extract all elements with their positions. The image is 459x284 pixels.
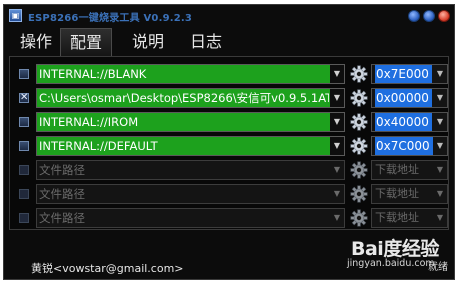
file-path-value: INTERNAL://BLANK xyxy=(39,67,147,81)
address-value: 0x40000 xyxy=(375,113,432,131)
file-path-placeholder: 文件路径 xyxy=(39,163,85,177)
chevron-down-icon[interactable]: ▼ xyxy=(433,161,447,179)
address-placeholder: 下载地址 xyxy=(375,187,419,200)
file-path-select[interactable]: 文件路径 ▼ xyxy=(36,184,345,204)
row-checkbox[interactable] xyxy=(19,141,29,151)
gear-icon[interactable] xyxy=(349,112,368,132)
tab-config[interactable]: 配置 xyxy=(60,28,112,56)
row-checkbox[interactable] xyxy=(19,165,29,175)
gear-icon[interactable] xyxy=(349,184,368,204)
gear-icon[interactable] xyxy=(349,208,368,228)
chevron-down-icon[interactable]: ▼ xyxy=(433,89,447,107)
file-path-select[interactable]: INTERNAL://DEFAULT ▼ xyxy=(36,136,345,156)
address-value: 0x00000 xyxy=(375,89,432,107)
file-path-value: INTERNAL://IROM xyxy=(39,115,139,129)
check-mark-icon: ✕ xyxy=(20,92,29,103)
chevron-down-icon[interactable]: ▼ xyxy=(330,89,344,107)
watermark-logo: Bai度经验 xyxy=(351,238,439,260)
author-status: 黄锐<vowstar@gmail.com> xyxy=(31,262,184,275)
address-select[interactable]: 下载地址 ▼ xyxy=(371,184,448,204)
address-select[interactable]: 0x7E000 ▼ xyxy=(371,64,448,84)
minimize-icon[interactable] xyxy=(408,10,420,22)
app-icon: ▣ xyxy=(9,9,22,22)
tab-log[interactable]: 日志 xyxy=(186,28,226,56)
tab-operate[interactable]: 操作 xyxy=(16,28,56,56)
title-bar: ▣ ESP8266一键烧录工具 V0.9.2.3 xyxy=(4,5,454,27)
gear-icon[interactable] xyxy=(349,64,368,84)
chevron-down-icon[interactable]: ▼ xyxy=(330,161,344,179)
file-path-value: C:\Users\osmar\Desktop\ESP8266\安信可v0.9.5… xyxy=(39,91,329,105)
address-select[interactable]: 0x00000 ▼ xyxy=(371,88,448,108)
chevron-down-icon[interactable]: ▼ xyxy=(330,185,344,203)
chevron-down-icon[interactable]: ▼ xyxy=(433,209,447,227)
firmware-row: INTERNAL://BLANK ▼ 0x7E000 ▼ xyxy=(10,64,448,84)
firmware-row: 文件路径 ▼ 下载地址 ▼ xyxy=(10,208,448,228)
firmware-row: 文件路径 ▼ 下载地址 ▼ xyxy=(10,184,448,204)
window-title: ESP8266一键烧录工具 V0.9.2.3 xyxy=(28,13,193,24)
address-select[interactable]: 0x7C000 ▼ xyxy=(371,136,448,156)
firmware-row: INTERNAL://DEFAULT ▼ 0x7C000 ▼ xyxy=(10,136,448,156)
firmware-row: INTERNAL://IROM ▼ 0x40000 ▼ xyxy=(10,112,448,132)
address-value: 0x7E000 xyxy=(375,65,432,83)
chevron-down-icon[interactable]: ▼ xyxy=(330,113,344,131)
firmware-row: ✕ C:\Users\osmar\Desktop\ESP8266\安信可v0.9… xyxy=(10,88,448,108)
file-path-placeholder: 文件路径 xyxy=(39,187,85,201)
firmware-row: 文件路径 ▼ 下载地址 ▼ xyxy=(10,160,448,180)
address-placeholder: 下载地址 xyxy=(375,163,419,176)
chevron-down-icon[interactable]: ▼ xyxy=(433,65,447,83)
ready-status: 就绪 xyxy=(428,262,448,273)
row-checkbox[interactable] xyxy=(19,117,29,127)
chevron-down-icon[interactable]: ▼ xyxy=(330,137,344,155)
file-path-placeholder: 文件路径 xyxy=(39,211,85,225)
file-path-select[interactable]: C:\Users\osmar\Desktop\ESP8266\安信可v0.9.5… xyxy=(36,88,345,108)
row-checkbox[interactable]: ✕ xyxy=(19,92,29,103)
file-path-select[interactable]: 文件路径 ▼ xyxy=(36,160,345,180)
address-placeholder: 下载地址 xyxy=(375,211,419,224)
file-path-select[interactable]: 文件路径 ▼ xyxy=(36,208,345,228)
address-value: 0x7C000 xyxy=(375,137,433,155)
address-select[interactable]: 下载地址 ▼ xyxy=(371,208,448,228)
chevron-down-icon[interactable]: ▼ xyxy=(330,209,344,227)
chevron-down-icon[interactable]: ▼ xyxy=(433,185,447,203)
gear-icon[interactable] xyxy=(349,88,368,108)
tab-help[interactable]: 说明 xyxy=(128,28,168,56)
row-checkbox[interactable] xyxy=(19,213,29,223)
chevron-down-icon[interactable]: ▼ xyxy=(433,113,447,131)
gear-icon[interactable] xyxy=(349,160,368,180)
row-checkbox[interactable] xyxy=(19,189,29,199)
gear-icon[interactable] xyxy=(349,136,368,156)
file-path-value: INTERNAL://DEFAULT xyxy=(39,139,158,153)
chevron-down-icon[interactable]: ▼ xyxy=(330,65,344,83)
file-path-select[interactable]: INTERNAL://BLANK ▼ xyxy=(36,64,345,84)
close-icon[interactable] xyxy=(438,10,450,22)
file-path-select[interactable]: INTERNAL://IROM ▼ xyxy=(36,112,345,132)
watermark-url: jingyan.baidu.com xyxy=(347,258,435,269)
config-panel: INTERNAL://BLANK ▼ 0x7E000 ▼ ✕ C:\Users\… xyxy=(9,56,449,230)
row-checkbox[interactable] xyxy=(19,69,29,79)
address-select[interactable]: 0x40000 ▼ xyxy=(371,112,448,132)
address-select[interactable]: 下载地址 ▼ xyxy=(371,160,448,180)
chevron-down-icon[interactable]: ▼ xyxy=(433,137,447,155)
maximize-icon[interactable] xyxy=(423,10,435,22)
